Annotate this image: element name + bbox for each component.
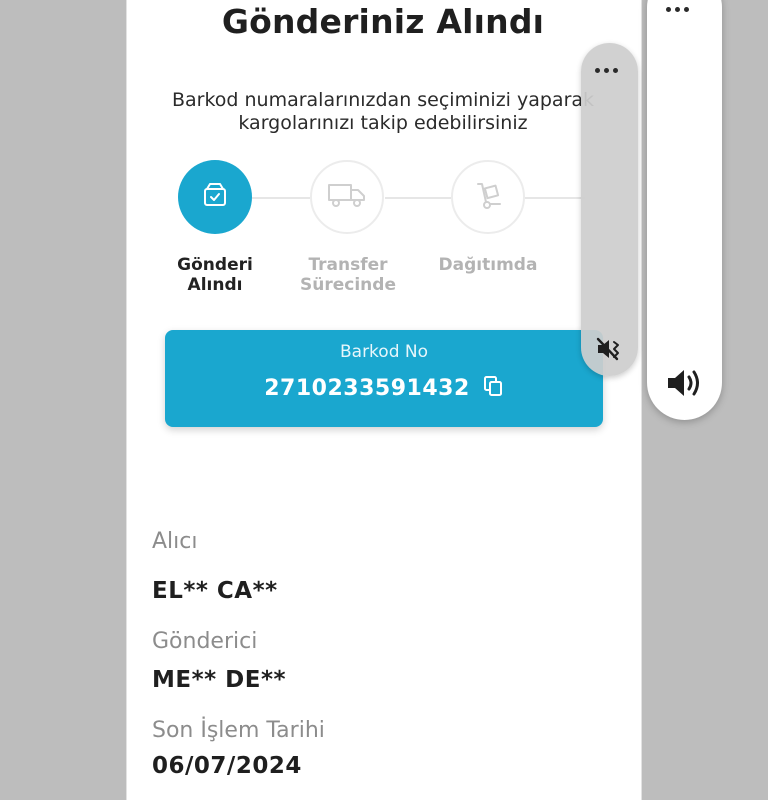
volume-panel	[647, 0, 722, 420]
package-check-icon	[201, 181, 229, 213]
step-delivery-circle	[451, 160, 525, 234]
page-subtitle: Barkod numaralarınızdan seçiminizi yapar…	[126, 89, 640, 135]
barcode-value: 2710233591432	[264, 375, 470, 401]
speaker-volume-icon[interactable]	[664, 365, 706, 401]
sender-label: Gönderici	[152, 629, 258, 654]
sender-value: ME** DE**	[152, 667, 287, 693]
step-delivery-label: Dağıtımda	[438, 255, 538, 275]
page-title: Gönderiniz Alındı	[221, 2, 545, 41]
last-action-date-value: 06/07/2024	[152, 753, 302, 779]
recipient-label: Alıcı	[152, 529, 198, 554]
ringer-panel	[581, 43, 638, 376]
subtitle-line-2: kargolarınızı takip edebilirsiniz	[238, 112, 528, 134]
more-options-icon[interactable]	[666, 7, 689, 12]
step-transfer-label: Transfer Sürecinde	[300, 255, 396, 295]
vibrate-mute-icon[interactable]	[594, 335, 626, 363]
step-connector	[385, 197, 451, 199]
step-connector	[252, 197, 310, 199]
hand-truck-icon	[473, 180, 503, 214]
subtitle-line-1: Barkod numaralarınızdan seçiminizi yapar…	[171, 89, 595, 111]
barcode-card[interactable]: Barkod No 2710233591432	[165, 330, 603, 427]
step-connector	[525, 197, 585, 199]
last-action-date-label: Son İşlem Tarihi	[152, 718, 325, 743]
barcode-value-row: 2710233591432	[165, 375, 603, 401]
copy-icon[interactable]	[482, 375, 504, 401]
truck-icon	[327, 182, 367, 212]
ringer-more-options-icon[interactable]	[595, 68, 618, 73]
step-transfer-circle	[310, 160, 384, 234]
barcode-label: Barkod No	[339, 342, 429, 362]
step-received-label: Gönderi Alındı	[177, 255, 253, 295]
step-received-circle	[178, 160, 252, 234]
recipient-value: EL** CA**	[152, 578, 278, 604]
